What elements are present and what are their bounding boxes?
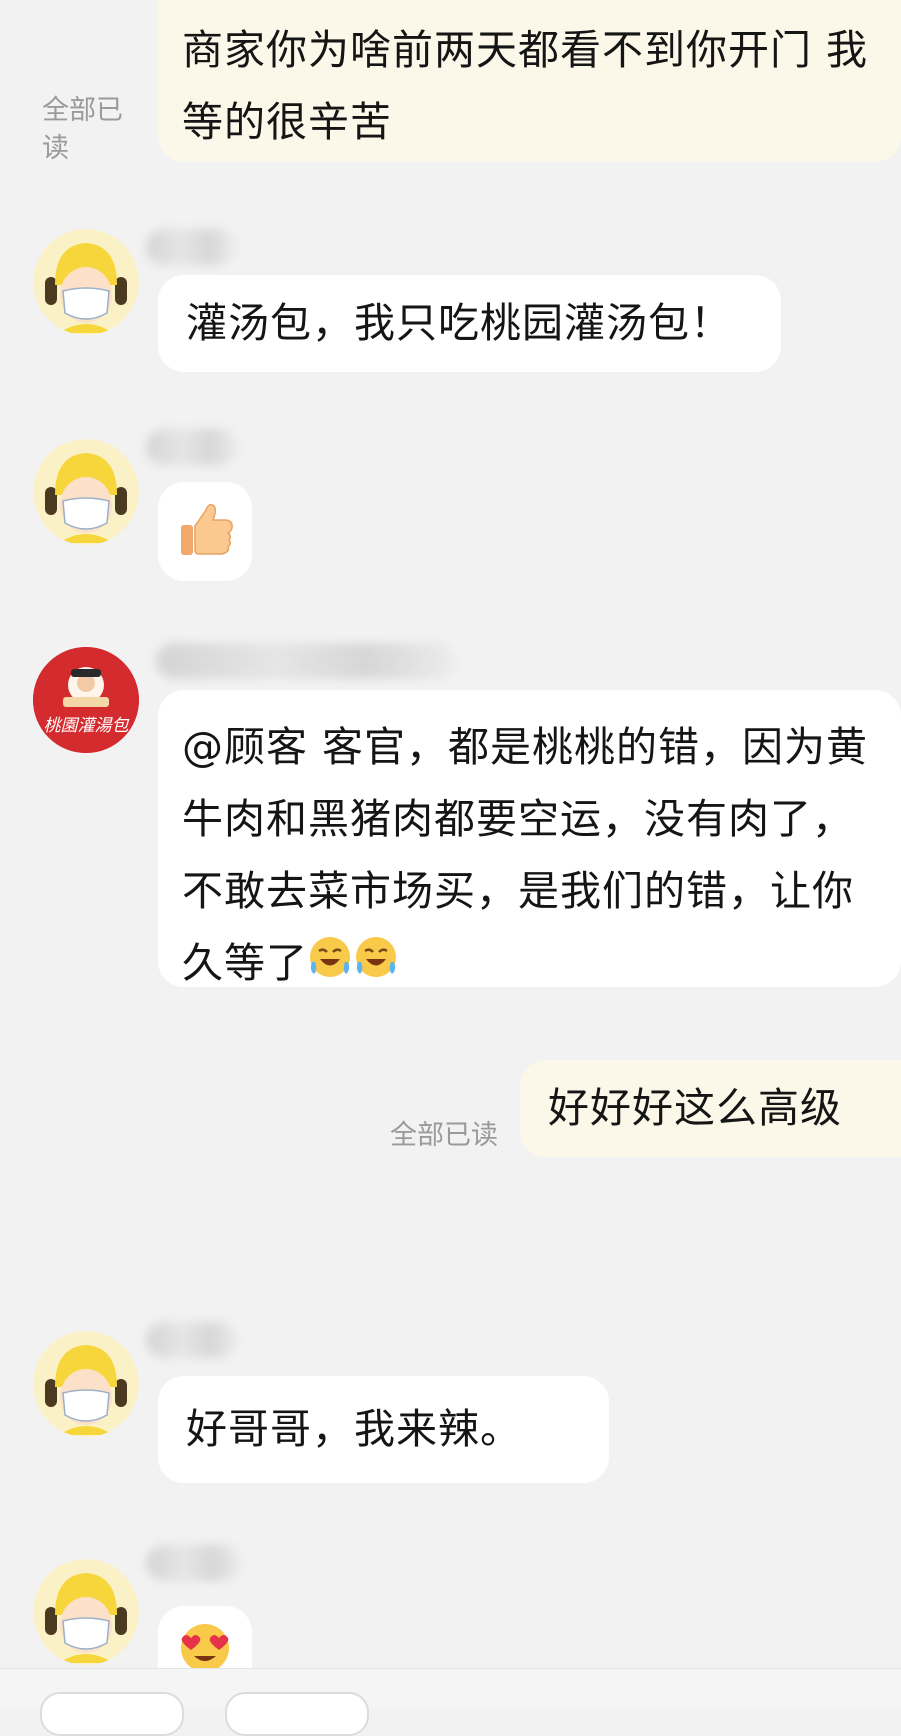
rider-helmet-icon <box>33 1559 139 1665</box>
merchant-logo-text: 桃園灌湯包 <box>43 716 129 736</box>
sender-name-blurred <box>146 229 236 265</box>
incoming-message-bubble[interactable] <box>158 1606 252 1672</box>
crying-laughing-icon <box>308 930 400 1002</box>
rider-avatar[interactable] <box>33 229 139 335</box>
message-text: 好哥哥，我来辣。 <box>186 1405 522 1453</box>
rider-helmet-icon <box>33 229 139 335</box>
heart-eyes-icon <box>181 1624 229 1672</box>
rider-avatar[interactable] <box>33 1331 139 1437</box>
read-status: 全部已读 <box>390 1120 498 1151</box>
quick-reply-chip[interactable] <box>40 1692 184 1736</box>
incoming-message-bubble[interactable]: 好哥哥，我来辣。 <box>158 1376 609 1483</box>
merchant-avatar[interactable]: 桃園灌湯包 <box>33 647 139 753</box>
rider-avatar[interactable] <box>33 439 139 545</box>
incoming-message-bubble[interactable]: 灌汤包，我只吃桃园灌汤包！ <box>158 275 781 372</box>
sender-name-blurred <box>156 643 456 679</box>
incoming-message-bubble[interactable]: @顾客 客官，都是桃桃的错，因为黄牛肉和黑猪肉都要空运，没有肉了，不敢去菜市场买… <box>158 690 901 987</box>
merchant-logo-icon <box>33 647 139 753</box>
message-text: 好好好这么高级 <box>548 1084 842 1132</box>
thumbs-up-icon <box>181 503 233 555</box>
rider-avatar[interactable] <box>33 1559 139 1665</box>
message-text: @顾客 客官，都是桃桃的错，因为黄牛肉和黑猪肉都要空运，没有肉了，不敢去菜市场买… <box>182 723 869 987</box>
incoming-message-bubble[interactable] <box>158 482 252 581</box>
sender-name-blurred <box>146 1322 238 1358</box>
sender-name-blurred <box>146 1545 242 1581</box>
outgoing-message-bubble[interactable]: 好好好这么高级 <box>520 1060 901 1157</box>
read-status: 全部已读 <box>42 95 123 164</box>
message-text: 商家你为啥前两天都看不到你开门 我等的很辛苦 <box>182 26 869 146</box>
rider-helmet-icon <box>33 1331 139 1437</box>
quick-reply-chip[interactable] <box>225 1692 369 1736</box>
outgoing-message-bubble[interactable]: 商家你为啥前两天都看不到你开门 我等的很辛苦 <box>158 0 901 162</box>
chat-thread[interactable]: 全部已读 商家你为啥前两天都看不到你开门 我等的很辛苦 灌汤包，我只吃桃园灌汤包… <box>0 0 901 1736</box>
sender-name-blurred <box>146 429 238 465</box>
message-text: 灌汤包，我只吃桃园灌汤包！ <box>186 299 732 347</box>
rider-helmet-icon <box>33 439 139 545</box>
